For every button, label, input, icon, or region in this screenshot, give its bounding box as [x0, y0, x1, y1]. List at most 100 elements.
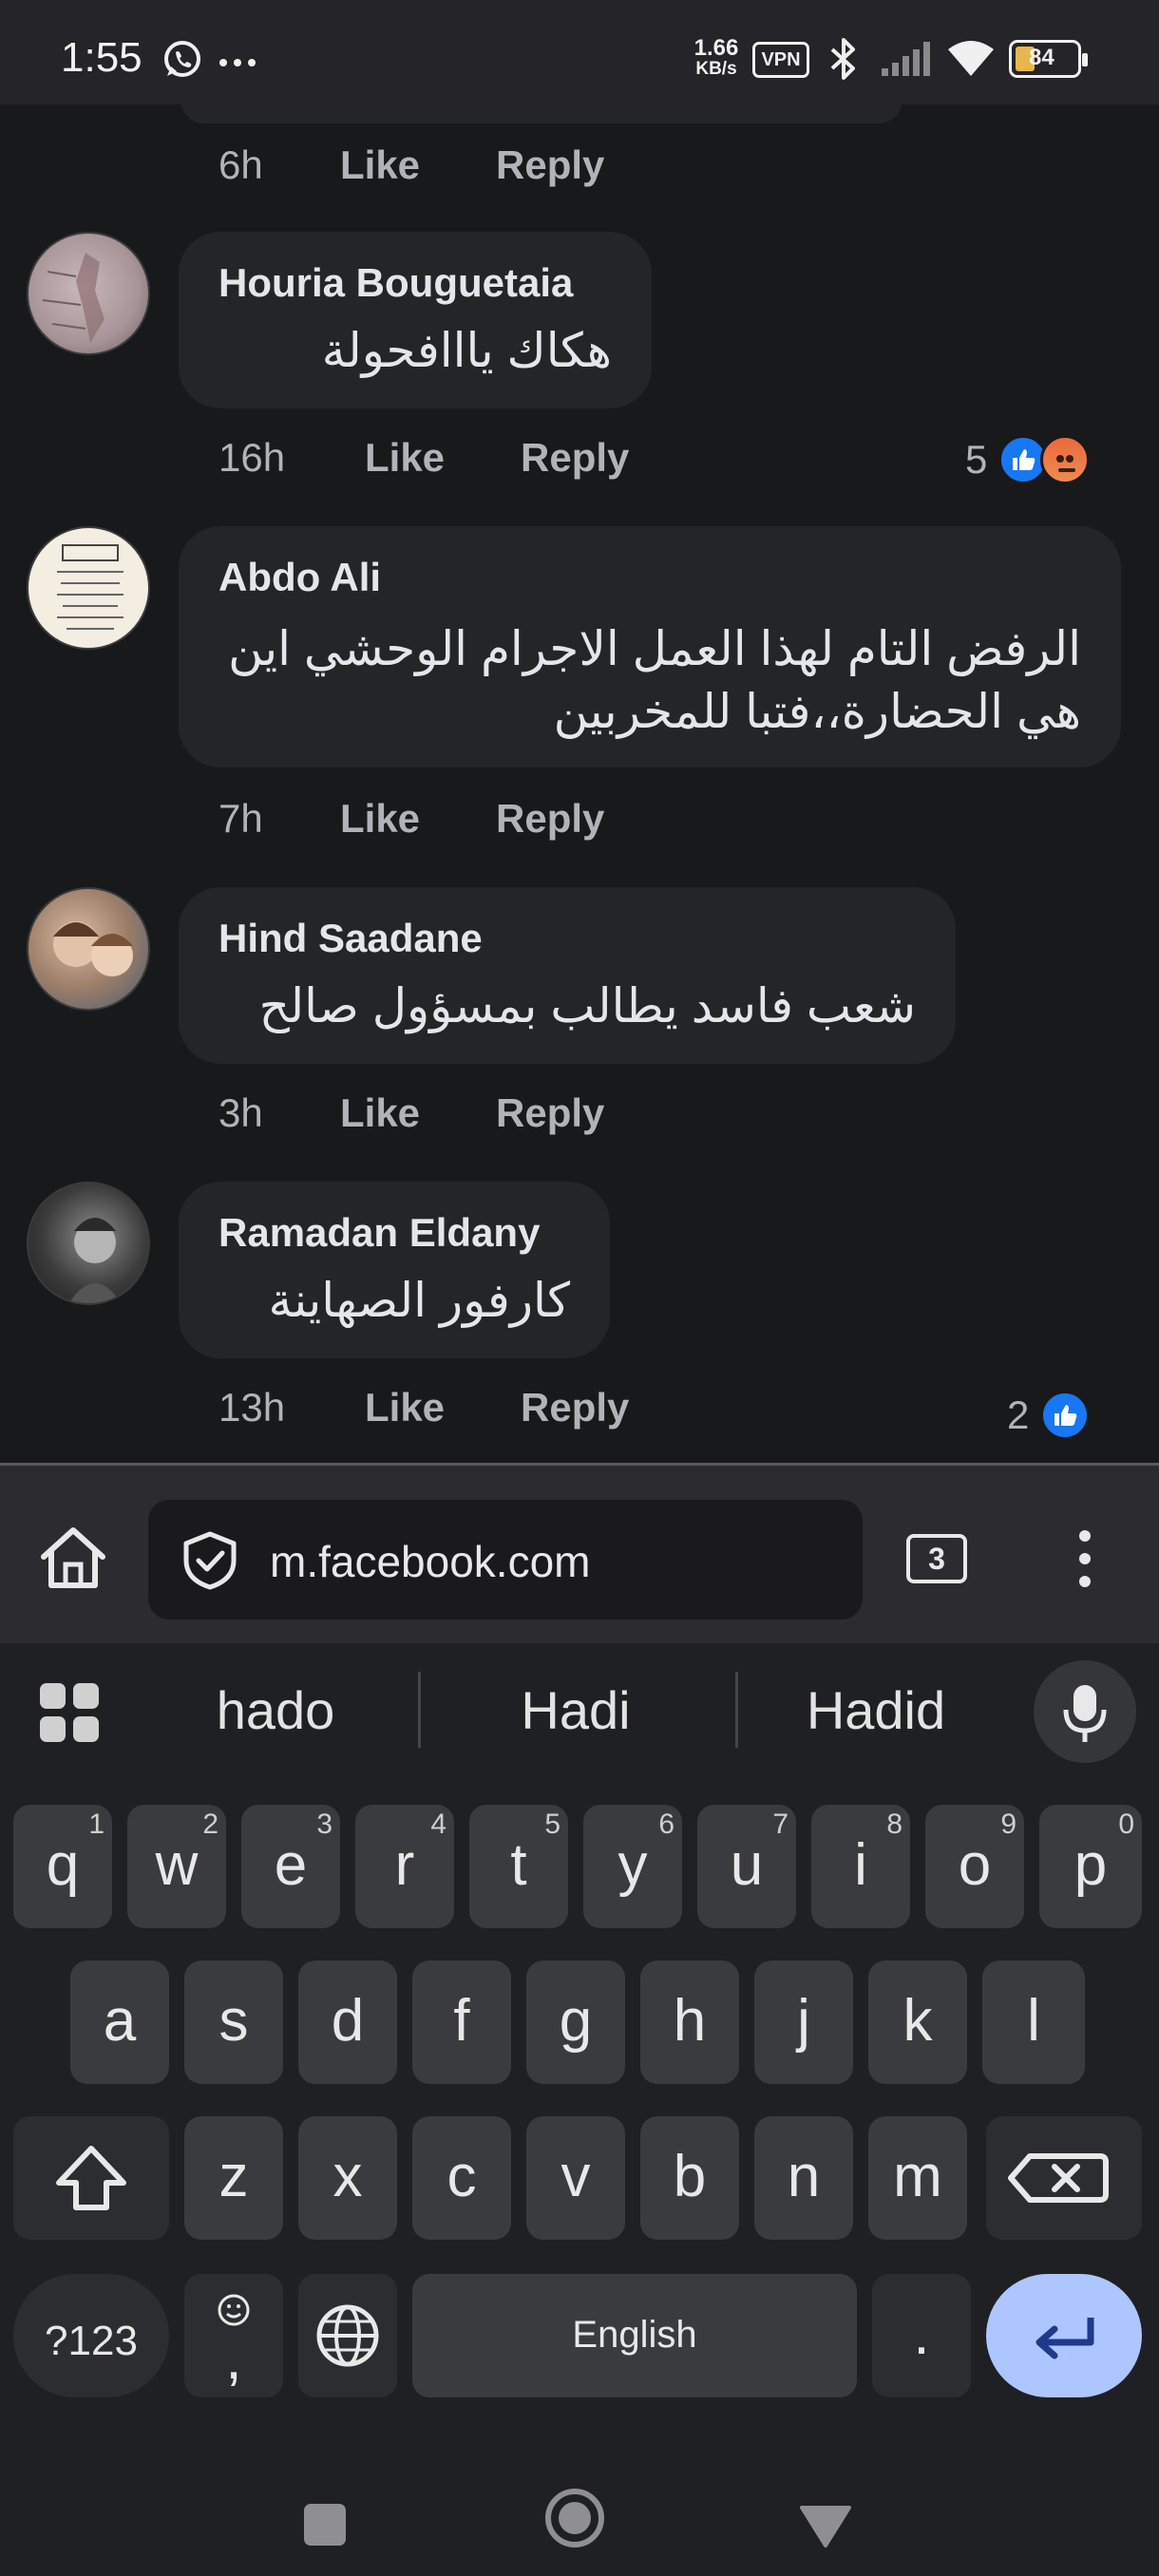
reply-button[interactable]: Reply [521, 435, 629, 481]
avatar[interactable] [27, 887, 150, 1011]
key-e[interactable]: 3e [241, 1805, 340, 1928]
browser-toolbar: m.facebook.com 3 [0, 1463, 1159, 1643]
key-h[interactable]: h [640, 1960, 739, 2084]
comment-time: 13h [218, 1385, 286, 1430]
enter-key[interactable] [986, 2274, 1142, 2397]
key-r[interactable]: 4r [355, 1805, 454, 1928]
comment-time: 7h [218, 796, 263, 841]
comment-meta: 13h Like Reply [218, 1385, 694, 1432]
comment-text: هكاك يااافحولة [321, 324, 612, 377]
key-n[interactable]: n [754, 2116, 853, 2240]
more-notifications-icon [218, 55, 256, 72]
triangle-icon [800, 2506, 851, 2548]
shift-key[interactable] [13, 2116, 169, 2240]
comment-bubble: Ramadan Eldany كارفور الصهاينة [179, 1182, 610, 1358]
home-button[interactable] [543, 2487, 606, 2554]
like-button[interactable]: Like [365, 435, 445, 481]
address-bar[interactable]: m.facebook.com [148, 1500, 863, 1619]
comment-time: 3h [218, 1090, 263, 1135]
key-d[interactable]: d [298, 1960, 397, 2084]
vpn-badge: VPN [752, 42, 809, 78]
like-button[interactable]: Like [340, 142, 420, 188]
period-key[interactable]: . [872, 2274, 971, 2397]
key-m[interactable]: m [868, 2116, 967, 2240]
reply-button[interactable]: Reply [496, 796, 604, 842]
key-s[interactable]: s [184, 1960, 283, 2084]
reaction-count: 5 [965, 437, 988, 482]
microphone-icon [1063, 1685, 1107, 1742]
recents-button[interactable] [302, 2502, 348, 2552]
key-a[interactable]: a [70, 1960, 169, 2084]
voice-input-button[interactable] [1034, 1660, 1136, 1763]
key-o[interactable]: 9o [925, 1805, 1024, 1928]
battery-indicator: 84 [1009, 40, 1088, 78]
key-z[interactable]: z [184, 2116, 283, 2240]
reaction-summary[interactable]: 2 [1007, 1391, 1091, 1440]
comment-text: كارفور الصهاينة [268, 1274, 570, 1327]
url-text[interactable]: m.facebook.com [270, 1536, 590, 1587]
backspace-icon [1008, 2153, 1109, 2203]
shift-icon [56, 2146, 126, 2210]
comment-meta: 16h Like Reply [218, 435, 694, 483]
suggestion-2[interactable]: Hadi [452, 1679, 699, 1741]
key-w[interactable]: 2w [127, 1805, 226, 1928]
key-x[interactable]: x [298, 2116, 397, 2240]
space-key[interactable]: English [412, 2274, 857, 2397]
backspace-key[interactable] [986, 2116, 1142, 2240]
like-button[interactable]: Like [365, 1385, 445, 1430]
key-b[interactable]: b [640, 2116, 739, 2240]
suggestion-1[interactable]: hado [152, 1679, 399, 1741]
more-options-icon[interactable] [1075, 1528, 1094, 1594]
signal-icon [880, 40, 933, 83]
key-i[interactable]: 8i [811, 1805, 910, 1928]
comment-author[interactable]: Houria Bouguetaia [218, 260, 573, 306]
apps-grid-icon[interactable] [38, 1681, 101, 1749]
key-k[interactable]: k [868, 1960, 967, 2084]
emoji-comma-key[interactable]: , [184, 2274, 283, 2397]
comment-meta: 7h Like Reply [218, 796, 694, 843]
whatsapp-icon [162, 38, 203, 85]
reply-button[interactable]: Reply [496, 1090, 604, 1136]
avatar[interactable] [27, 526, 150, 650]
comment-author[interactable]: Ramadan Eldany [218, 1210, 540, 1256]
angry-reaction-icon [1040, 435, 1091, 484]
key-q[interactable]: 1q [13, 1805, 112, 1928]
key-p[interactable]: 0p [1039, 1805, 1142, 1928]
key-f[interactable]: f [412, 1960, 511, 2084]
system-navigation-bar [0, 2460, 1159, 2576]
reply-button[interactable]: Reply [496, 142, 604, 188]
security-shield-icon[interactable] [180, 1530, 239, 1596]
home-icon[interactable] [38, 1525, 108, 1596]
language-key[interactable] [298, 2274, 397, 2397]
symbols-key[interactable]: ?123 [13, 2274, 169, 2397]
comments-list: 6h Like Reply Houria Bouguetaia هكاك ياا… [0, 104, 1159, 1463]
suggestion-strip: hado Hadi Hadid [0, 1643, 1159, 1776]
key-g[interactable]: g [526, 1960, 625, 2084]
bluetooth-icon [825, 36, 863, 86]
comment-bubble: Hind Saadane شعب فاسد يطالب بمسؤول صالح [179, 887, 956, 1064]
key-t[interactable]: 5t [469, 1805, 568, 1928]
like-button[interactable]: Like [340, 796, 420, 842]
key-j[interactable]: j [754, 1960, 853, 2084]
key-u[interactable]: 7u [697, 1805, 796, 1928]
soft-keyboard: hado Hadi Hadid 1q 2w 3e 4r 5t 6y 7u 8i … [0, 1643, 1159, 2460]
comment-author[interactable]: Abdo Ali [218, 555, 381, 600]
comment-text-line-2: هي الحضارة،،فتبا للمخربين [553, 685, 1081, 738]
comment-author[interactable]: Hind Saadane [218, 916, 483, 961]
avatar[interactable] [27, 1182, 150, 1305]
key-v[interactable]: v [526, 2116, 625, 2240]
like-reaction-icon [1040, 1391, 1091, 1440]
comment-text: شعب فاسد يطالب بمسؤول صالح [258, 979, 916, 1032]
avatar[interactable] [27, 232, 150, 355]
suggestion-3[interactable]: Hadid [752, 1679, 999, 1741]
key-l[interactable]: l [982, 1960, 1085, 2084]
back-button[interactable] [798, 2502, 853, 2554]
reply-button[interactable]: Reply [521, 1385, 629, 1430]
tab-switcher-button[interactable]: 3 [906, 1534, 967, 1583]
key-c[interactable]: c [412, 2116, 511, 2240]
comment-meta: 3h Like Reply [218, 1090, 694, 1138]
circle-icon [545, 2489, 604, 2548]
like-button[interactable]: Like [340, 1090, 420, 1136]
key-y[interactable]: 6y [583, 1805, 682, 1928]
reaction-summary[interactable]: 5 [965, 435, 1091, 484]
